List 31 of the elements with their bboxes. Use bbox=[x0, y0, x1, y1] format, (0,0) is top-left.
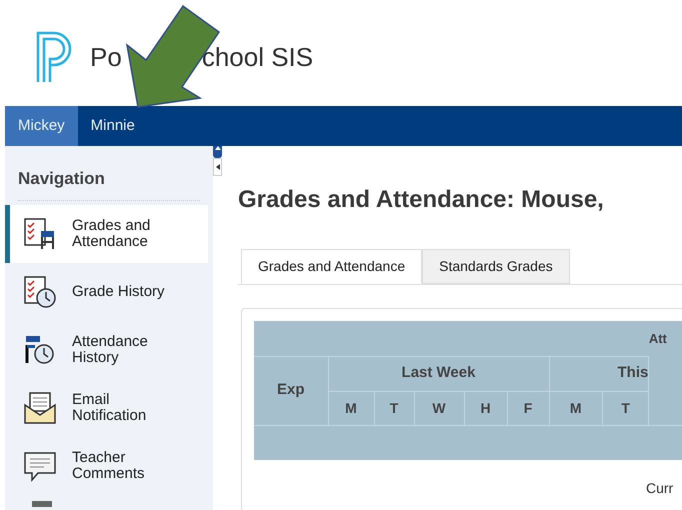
nav-item[interactable]: Grade History bbox=[5, 262, 208, 320]
table-header: T bbox=[602, 391, 649, 425]
table-header: H bbox=[464, 391, 507, 425]
table-header: Exp bbox=[254, 356, 328, 425]
nav-item[interactable]: Teacher Comments bbox=[5, 436, 208, 494]
document-icon bbox=[32, 500, 52, 506]
tab[interactable]: Standards Grades bbox=[422, 249, 570, 284]
sidebar-title: Navigation bbox=[18, 166, 200, 200]
nav-item[interactable]: Email Notification bbox=[5, 378, 208, 436]
footer-text: Curr bbox=[646, 479, 674, 498]
logo-text: Po bbox=[90, 40, 122, 74]
tab[interactable]: Grades and Attendance bbox=[241, 249, 422, 284]
caret-left-icon bbox=[216, 164, 220, 170]
table-header: This bbox=[549, 356, 649, 391]
table-header: M bbox=[328, 391, 374, 425]
logo-text: chool SIS bbox=[202, 40, 314, 74]
nav-item[interactable]: Attendance History bbox=[5, 320, 208, 378]
table-header: M bbox=[549, 391, 602, 425]
student-tab[interactable]: Minnie bbox=[78, 106, 148, 146]
student-tab[interactable]: Mickey bbox=[5, 106, 78, 146]
table-header: Last Week bbox=[328, 356, 549, 391]
collapse-toggle[interactable] bbox=[213, 158, 222, 176]
table-header: T bbox=[374, 391, 414, 425]
table-header: W bbox=[414, 391, 464, 425]
page-title: Grades and Attendance: Mouse, bbox=[238, 185, 605, 215]
checklist-clock-icon bbox=[22, 274, 58, 308]
table-header: Att bbox=[648, 321, 682, 356]
envelope-icon bbox=[22, 390, 58, 424]
collapse-toggle[interactable] bbox=[213, 146, 222, 158]
nav-item[interactable]: Grades and Attendance bbox=[5, 204, 208, 262]
table-header: F bbox=[507, 391, 549, 425]
